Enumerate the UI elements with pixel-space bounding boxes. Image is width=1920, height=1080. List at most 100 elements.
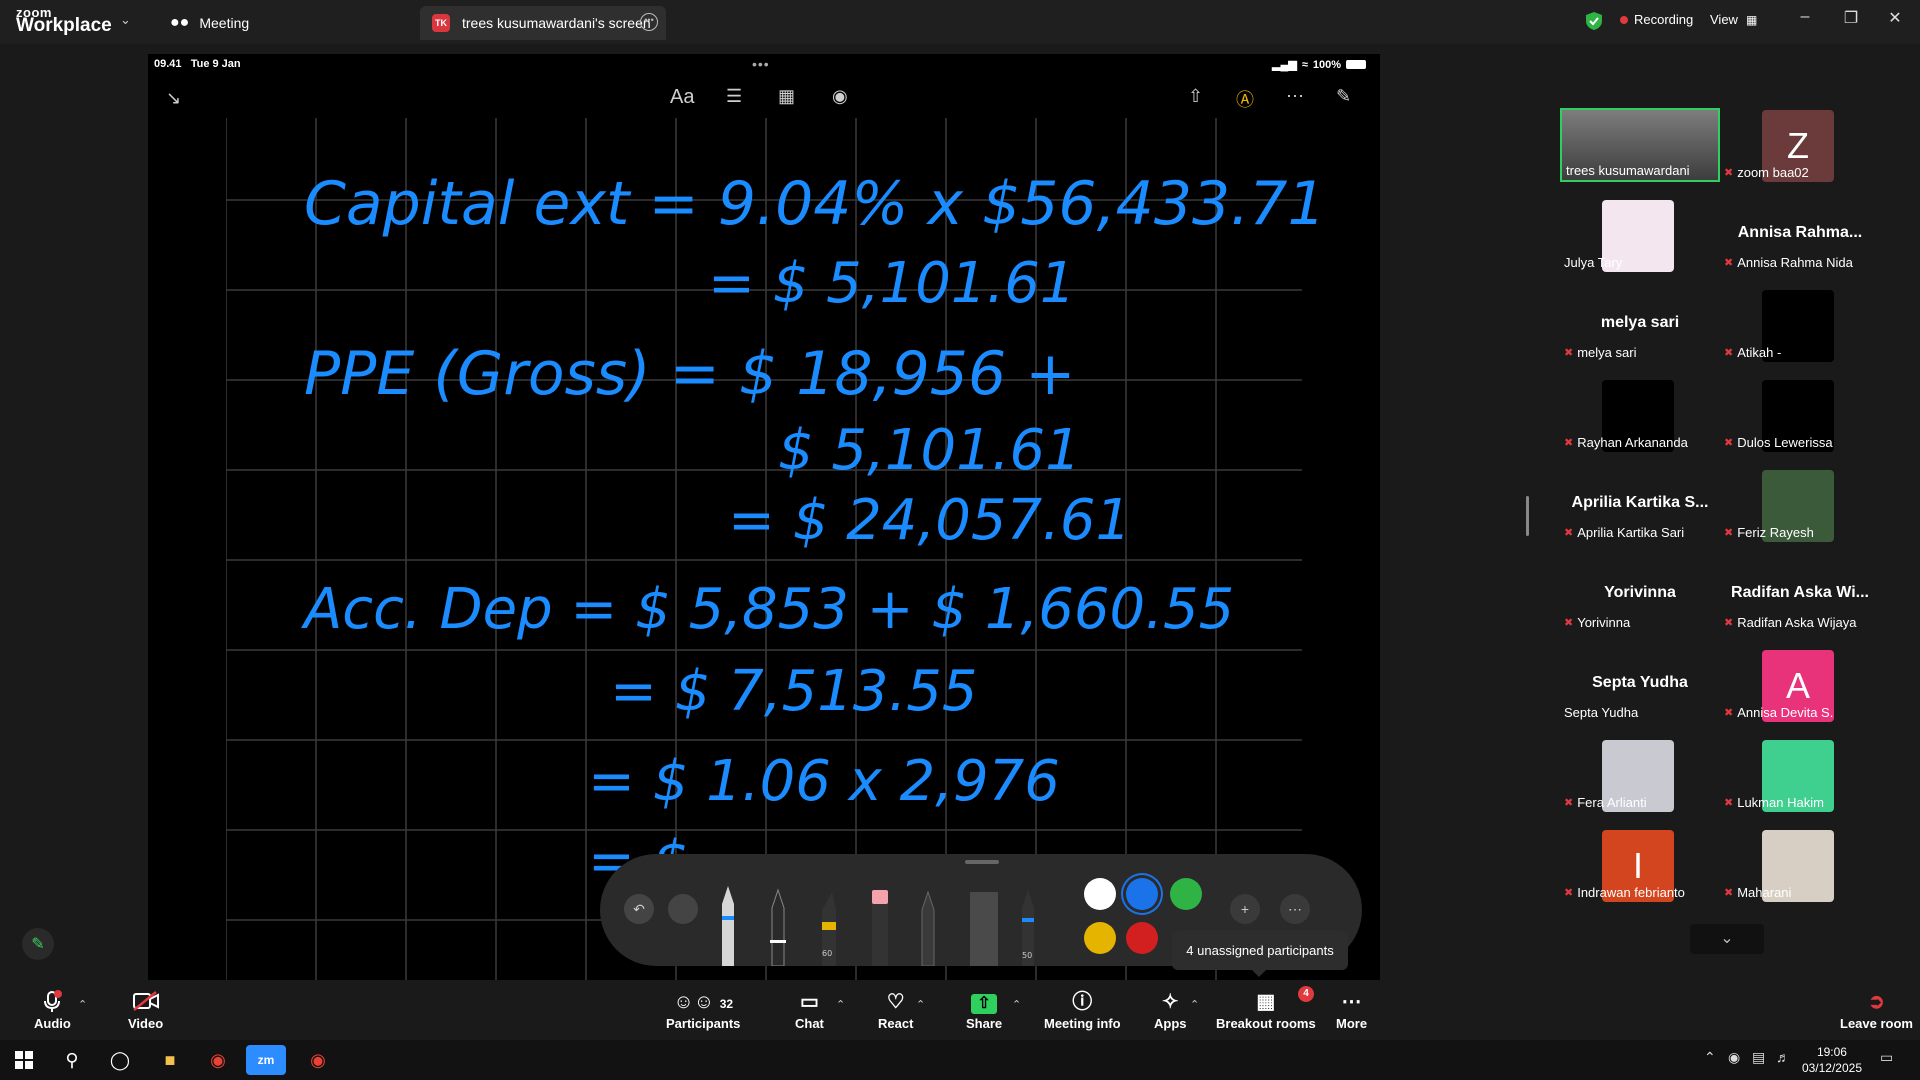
participant-name-text: trees kusumawardani [1566,163,1690,178]
color-swatch-yellow[interactable] [1084,922,1116,954]
chevron-down-icon[interactable]: ⌄ [1690,924,1764,954]
participant-tile[interactable]: ✖ Fera Arlianti [1560,738,1720,812]
participant-name-text: Indrawan febrianto [1577,885,1685,900]
participant-tile[interactable]: A ✖ Annisa Devita S. [1720,648,1880,722]
react-button[interactable]: ♡ React [878,990,913,1031]
participant-tile[interactable]: ✖ Atikah - [1720,288,1880,362]
breakout-rooms-icon: ▦ 4 [1216,986,1316,1014]
zoom-app-icon[interactable]: zm [246,1045,286,1075]
chevron-down-icon[interactable]: ⌄ [120,12,131,28]
microphone-muted-icon: ✖ [1564,617,1574,629]
volume-icon[interactable]: ♬ [1776,1049,1790,1065]
participant-tile[interactable]: ✖ Dulos Lewerissa [1720,378,1880,452]
microphone-muted-icon [34,990,71,1014]
audio-button[interactable]: Audio [34,990,71,1031]
participant-name-text: Annisa Devita S. [1737,705,1834,720]
apps-button[interactable]: ✧ Apps [1154,990,1187,1031]
chrome-profile-icon[interactable]: ◉ [298,1045,338,1075]
participant-tile[interactable]: Annisa Rahma... ✖ Annisa Rahma Nida [1720,198,1880,272]
participant-tile[interactable]: Yorivinna ✖ Yorivinna [1560,558,1720,632]
participant-display-name: Annisa Rahma... [1737,224,1863,241]
participant-tile[interactable]: Julya Tary [1560,198,1720,272]
zoom-logo: zoom Workplace [16,5,112,36]
color-swatch-red[interactable] [1126,922,1158,954]
gallery-splitter[interactable] [1526,496,1529,536]
participants-icon: ☺☺ 32 [673,991,734,1013]
participant-tile[interactable]: ✖ Feriz Rayesh [1720,468,1880,542]
video-button[interactable]: Video [128,990,163,1031]
meeting-info-button[interactable]: ⓘ Meeting info [1044,990,1121,1031]
chevron-up-icon[interactable]: ⌃ [836,998,845,1011]
participant-name-text: zoom baa02 [1737,165,1809,180]
restore-icon[interactable]: ❐ [1836,8,1866,28]
participant-tile[interactable]: Z ✖ zoom baa02 [1720,108,1880,182]
note-line: PPE (Gross) = $ 18,956 + [304,339,1076,409]
participants-label: Participants [666,1016,741,1031]
participant-name-text: Aprilia Kartika Sari [1577,525,1685,540]
recording-indicator[interactable]: Recording [1620,12,1693,27]
participant-tile[interactable]: ✖ Maharani [1720,828,1880,902]
participants-button[interactable]: ☺☺ 32 Participants [666,990,740,1031]
participant-tile[interactable]: ✖ Lukman Hakim [1720,738,1880,812]
chevron-up-icon[interactable]: ⌃ [916,998,925,1011]
network-icon[interactable]: ▤ [1752,1049,1765,1066]
pen-tools[interactable]: 60 50 [708,870,1048,966]
clock-date: 03/12/2025 [1801,1061,1862,1075]
more-icon[interactable]: ••• [640,13,658,31]
participant-tile[interactable]: trees kusumawardani [1560,108,1720,182]
more-button[interactable]: ⋯ More [1336,990,1367,1031]
video-off-icon [128,990,163,1014]
chevron-up-icon[interactable]: ⌃ [78,998,87,1011]
redo-icon[interactable] [668,894,698,924]
participant-tile[interactable]: Aprilia Kartika S... ✖ Aprilia Kartika Sar… [1560,468,1720,542]
participant-name: ✖ Yorivinna [1564,615,1630,630]
chevron-up-icon[interactable]: ⌃ [1704,1049,1716,1066]
share-button[interactable]: ⇧ Share [966,990,1002,1031]
color-swatch-green[interactable] [1170,878,1202,910]
leave-room-button[interactable]: ➲ Leave room [1840,990,1913,1031]
participant-tile[interactable]: Radifan Aska Wi... ✖ Radifan Aska Wijaya [1720,558,1880,632]
microphone-muted-icon: ✖ [1724,887,1734,899]
participant-name: ✖ zoom baa02 [1724,165,1809,180]
undo-icon[interactable]: ↶ [624,894,654,924]
shield-icon[interactable] [1585,11,1603,31]
chrome-icon[interactable]: ◉ [198,1045,238,1075]
participant-tile[interactable]: Septa Yudha Septa Yudha [1560,648,1720,722]
file-explorer-icon[interactable]: ■ [150,1045,190,1075]
close-icon[interactable]: ✕ [1880,8,1910,28]
task-view-icon[interactable]: ◯ [100,1045,140,1075]
audio-label: Audio [34,1016,71,1031]
tray-app-icon[interactable]: ◉ [1728,1049,1740,1066]
more-icon[interactable]: ⋯ [1280,894,1310,924]
drag-handle[interactable] [965,860,999,864]
apps-label: Apps [1154,1016,1187,1031]
color-swatch-white[interactable] [1084,878,1116,910]
participant-display-name: Radifan Aska Wi... [1731,584,1869,601]
minimize-icon[interactable]: – [1790,8,1820,26]
note-line: = $ 7,513.55 [610,659,978,724]
participant-name-text: Septa Yudha [1564,705,1639,720]
fountain-pen-tool: 50 [1022,890,1034,966]
participant-tile[interactable]: I ✖ Indrawan febrianto [1560,828,1720,902]
view-button[interactable]: View ▦ [1710,12,1757,27]
breakout-rooms-button[interactable]: ▦ 4 Breakout rooms [1216,986,1316,1031]
handwritten-notes: Capital ext = 9.04% x $56,433.71 = $ 5,1… [301,169,1326,894]
chat-button[interactable]: ▭ Chat [795,990,824,1031]
color-swatch-blue[interactable] [1126,878,1158,910]
add-color-icon[interactable]: + [1230,894,1260,924]
participant-tile[interactable]: melya sari ✖ melya sari [1560,288,1720,362]
search-icon[interactable]: ⚲ [52,1045,92,1075]
tab-screen-label: trees kusumawardani's screen [462,15,651,31]
annotate-icon[interactable]: ✎ [22,928,54,960]
tab-meeting-label: Meeting [199,15,250,31]
taskbar-clock[interactable]: 19:06 03/12/2025 [1802,1044,1862,1076]
tab-meeting[interactable]: ●● Meeting [170,6,249,40]
participant-tile[interactable]: ✖ Rayhan Arkananda [1560,378,1720,452]
participant-name-text: Fera Arlianti [1577,795,1647,810]
chevron-up-icon[interactable]: ⌃ [1190,998,1199,1011]
tab-shared-screen[interactable]: TK trees kusumawardani's screen ••• [420,6,666,40]
notification-icon[interactable]: ▭ [1880,1049,1893,1066]
windows-start-icon[interactable] [4,1045,44,1075]
record-dot-icon [1620,15,1628,24]
chevron-up-icon[interactable]: ⌃ [1012,998,1021,1011]
